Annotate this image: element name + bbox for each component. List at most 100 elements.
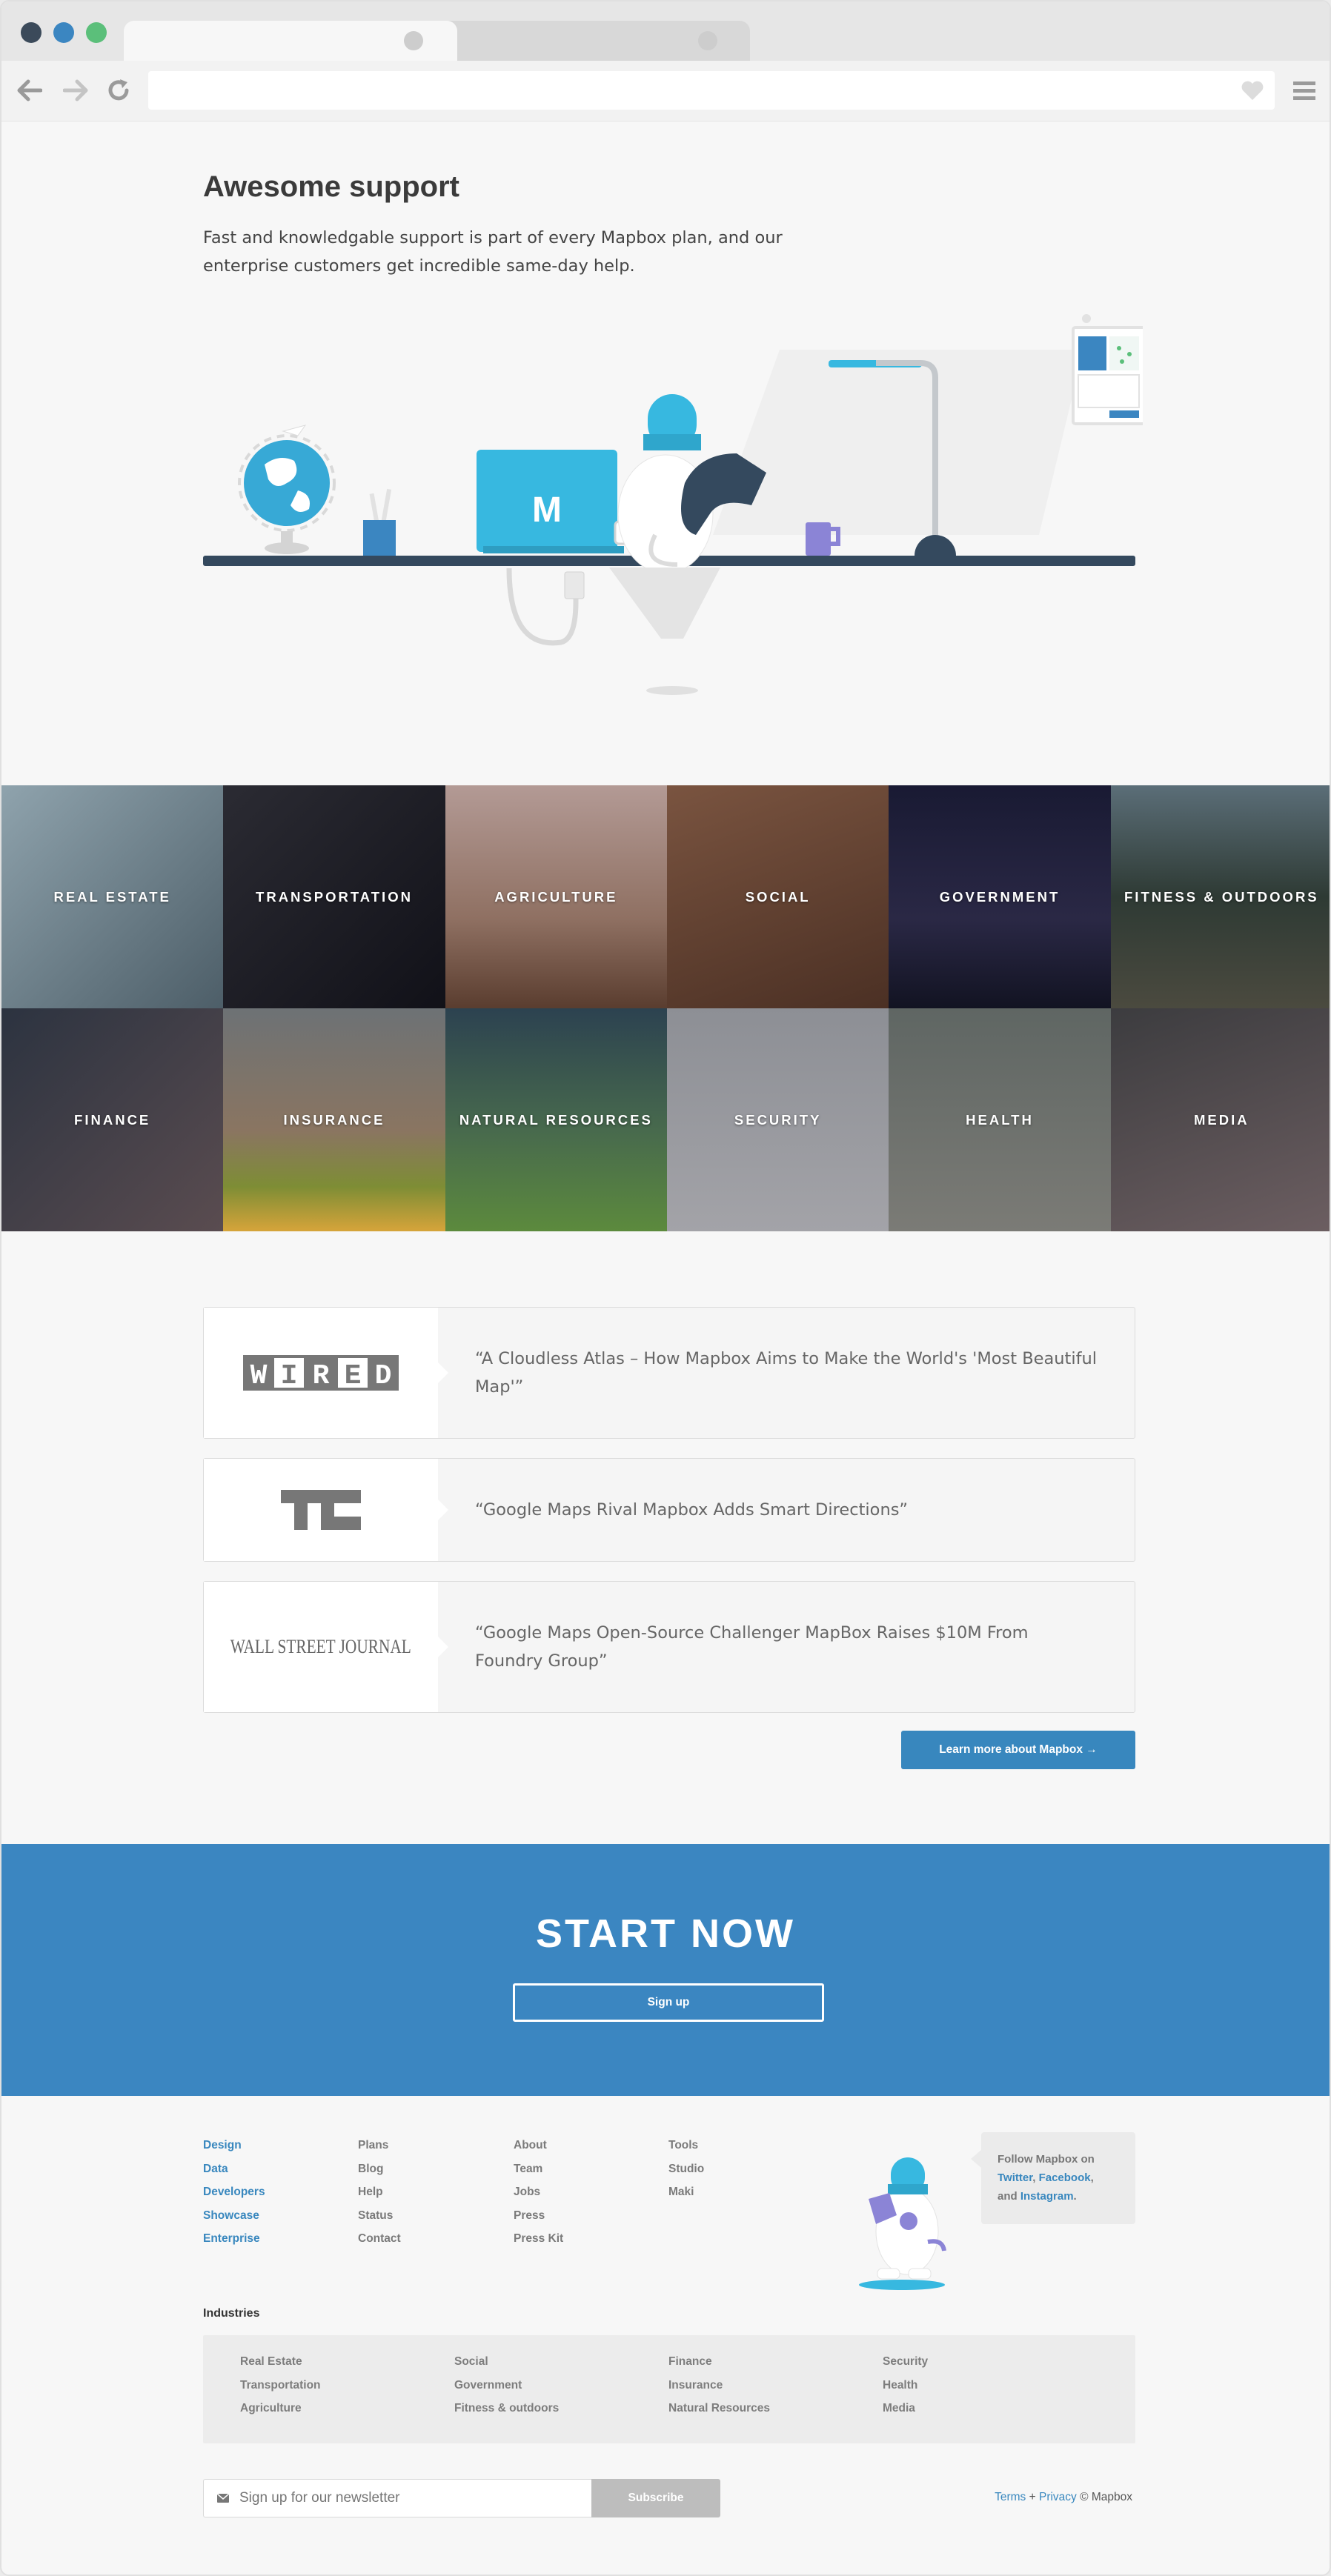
footer-col-products: Design Data Developers Showcase Enterpri… — [203, 2134, 265, 2251]
menu-icon[interactable] — [1289, 76, 1319, 105]
twitter-link[interactable]: Twitter — [998, 2171, 1032, 2184]
svg-text:W: W — [250, 1360, 268, 1391]
start-now-banner: START NOW Sign up — [1, 1844, 1330, 2096]
globe-icon — [238, 425, 336, 554]
tile-agriculture[interactable]: AGRICULTURE — [445, 785, 667, 1008]
svg-text:D: D — [375, 1360, 392, 1391]
footer-link-enterprise[interactable]: Enterprise — [203, 2227, 265, 2251]
browser-tab-active[interactable] — [124, 21, 457, 62]
footer-link-data[interactable]: Data — [203, 2157, 265, 2181]
heart-icon[interactable] — [1241, 80, 1264, 104]
tile-insurance[interactable]: INSURANCE — [223, 1008, 445, 1231]
industry-link[interactable]: Insurance — [668, 2374, 770, 2397]
tile-fitness-outdoors[interactable]: FITNESS & OUTDOORS — [1110, 785, 1330, 1008]
press-item-wired[interactable]: W I R E D “A Cloudless Atlas – How Mapbo… — [203, 1307, 1135, 1439]
learn-more-button[interactable]: Learn more about Mapbox → — [901, 1731, 1135, 1769]
browser-toolbar — [1, 61, 1330, 122]
mail-icon — [217, 2494, 229, 2503]
wsj-logo: WALL STREET JOURNAL — [204, 1582, 448, 1712]
mascot-illustration — [859, 2157, 946, 2290]
footer-link-status[interactable]: Status — [358, 2204, 401, 2228]
svg-text:I: I — [281, 1360, 298, 1391]
industry-link[interactable]: Government — [454, 2374, 559, 2397]
industry-link[interactable]: Social — [454, 2350, 559, 2374]
industry-link[interactable]: Fitness & outdoors — [454, 2397, 559, 2420]
industries-col-3: Finance Insurance Natural Resources — [668, 2350, 770, 2420]
terms-link[interactable]: Terms — [995, 2491, 1026, 2503]
newsletter-input[interactable] — [239, 2490, 565, 2506]
instagram-link[interactable]: Instagram — [1020, 2190, 1074, 2203]
svg-text:R: R — [313, 1360, 330, 1391]
footer-link-maki[interactable]: Maki — [668, 2180, 704, 2204]
tile-media[interactable]: MEDIA — [1110, 1008, 1330, 1231]
footer-link-blog[interactable]: Blog — [358, 2157, 401, 2181]
footer-link-showcase[interactable]: Showcase — [203, 2204, 265, 2228]
tile-real-estate[interactable]: REAL ESTATE — [1, 785, 224, 1008]
tile-security[interactable]: SECURITY — [667, 1008, 889, 1231]
section-title: Awesome support — [203, 170, 459, 203]
footer-link-developers[interactable]: Developers — [203, 2180, 265, 2204]
industries-heading: Industries — [203, 2307, 260, 2320]
newsletter-field[interactable] — [203, 2479, 591, 2517]
techcrunch-logo — [204, 1459, 448, 1561]
footer-link-plans[interactable]: Plans — [358, 2134, 401, 2157]
coffee-mug-icon — [806, 522, 840, 556]
industry-link[interactable]: Agriculture — [240, 2397, 321, 2420]
tile-transportation[interactable]: TRANSPORTATION — [223, 785, 445, 1008]
browser-window: Awesome support Fast and knowledgable su… — [0, 0, 1331, 2576]
footer-link-studio[interactable]: Studio — [668, 2157, 704, 2181]
industry-link[interactable]: Natural Resources — [668, 2397, 770, 2420]
industry-link[interactable]: Media — [883, 2397, 928, 2420]
tile-natural-resources[interactable]: NATURAL RESOURCES — [445, 1008, 667, 1231]
industries-col-1: Real Estate Transportation Agriculture — [240, 2350, 321, 2420]
forward-arrow-icon[interactable] — [61, 76, 90, 105]
footer-link-contact[interactable]: Contact — [358, 2227, 401, 2251]
tab-close-icon[interactable] — [698, 31, 717, 50]
footer-link-help[interactable]: Help — [358, 2180, 401, 2204]
wall-map-icon — [1072, 314, 1143, 425]
tile-health[interactable]: HEALTH — [889, 1008, 1111, 1231]
privacy-link[interactable]: Privacy — [1039, 2491, 1077, 2503]
footer-col-company: About Team Jobs Press Press Kit — [514, 2134, 563, 2251]
back-arrow-icon[interactable] — [15, 76, 44, 105]
subscribe-button[interactable]: Subscribe — [591, 2479, 720, 2517]
facebook-link[interactable]: Facebook — [1039, 2171, 1091, 2184]
press-quote: “Google Maps Rival Mapbox Adds Smart Dir… — [475, 1500, 909, 1520]
support-desk-illustration: M — [203, 314, 1143, 695]
laptop-icon: M — [477, 450, 624, 553]
industry-link[interactable]: Security — [883, 2350, 928, 2374]
footer-link-jobs[interactable]: Jobs — [514, 2180, 563, 2204]
follow-callout: Follow Mapbox on Twitter, Facebook, and … — [971, 2132, 1135, 2224]
industry-link[interactable]: Finance — [668, 2350, 770, 2374]
tab-close-icon[interactable] — [404, 31, 423, 50]
footer-link-team[interactable]: Team — [514, 2157, 563, 2181]
footer-link-about[interactable]: About — [514, 2134, 563, 2157]
press-quote: “Google Maps Open-Source Challenger MapB… — [475, 1623, 1029, 1671]
section-description: Fast and knowledgable support is part of… — [203, 228, 783, 276]
footer-link-design[interactable]: Design — [203, 2134, 265, 2157]
industries-col-4: Security Health Media — [883, 2350, 928, 2420]
footer-link-press-kit[interactable]: Press Kit — [514, 2227, 563, 2251]
industry-link[interactable]: Health — [883, 2374, 928, 2397]
tile-finance[interactable]: FINANCE — [1, 1008, 224, 1231]
industries-grid: REAL ESTATE TRANSPORTATION AGRICULTURE S… — [1, 785, 1330, 1231]
maximize-window-dot[interactable] — [86, 22, 107, 43]
reload-icon[interactable] — [104, 76, 133, 105]
legal-links: Terms + Privacy © Mapbox — [995, 2491, 1132, 2503]
wired-logo: W I R E D — [204, 1308, 448, 1438]
minimize-window-dot[interactable] — [53, 22, 74, 43]
industry-link[interactable]: Real Estate — [240, 2350, 321, 2374]
tab-bar — [1, 1, 1330, 62]
address-bar[interactable] — [148, 71, 1275, 110]
industry-link[interactable]: Transportation — [240, 2374, 321, 2397]
svg-text:M: M — [532, 490, 562, 530]
footer-link-press[interactable]: Press — [514, 2204, 563, 2228]
press-item-wsj[interactable]: WALL STREET JOURNAL “Google Maps Open-So… — [203, 1581, 1135, 1713]
tile-government[interactable]: GOVERNMENT — [889, 785, 1111, 1008]
press-item-techcrunch[interactable]: “Google Maps Rival Mapbox Adds Smart Dir… — [203, 1458, 1135, 1562]
close-window-dot[interactable] — [21, 22, 42, 43]
browser-tab-inactive[interactable] — [439, 21, 750, 61]
tile-social[interactable]: SOCIAL — [667, 785, 889, 1008]
pencil-cup-icon — [363, 488, 396, 556]
sign-up-button[interactable]: Sign up — [513, 1983, 824, 2022]
